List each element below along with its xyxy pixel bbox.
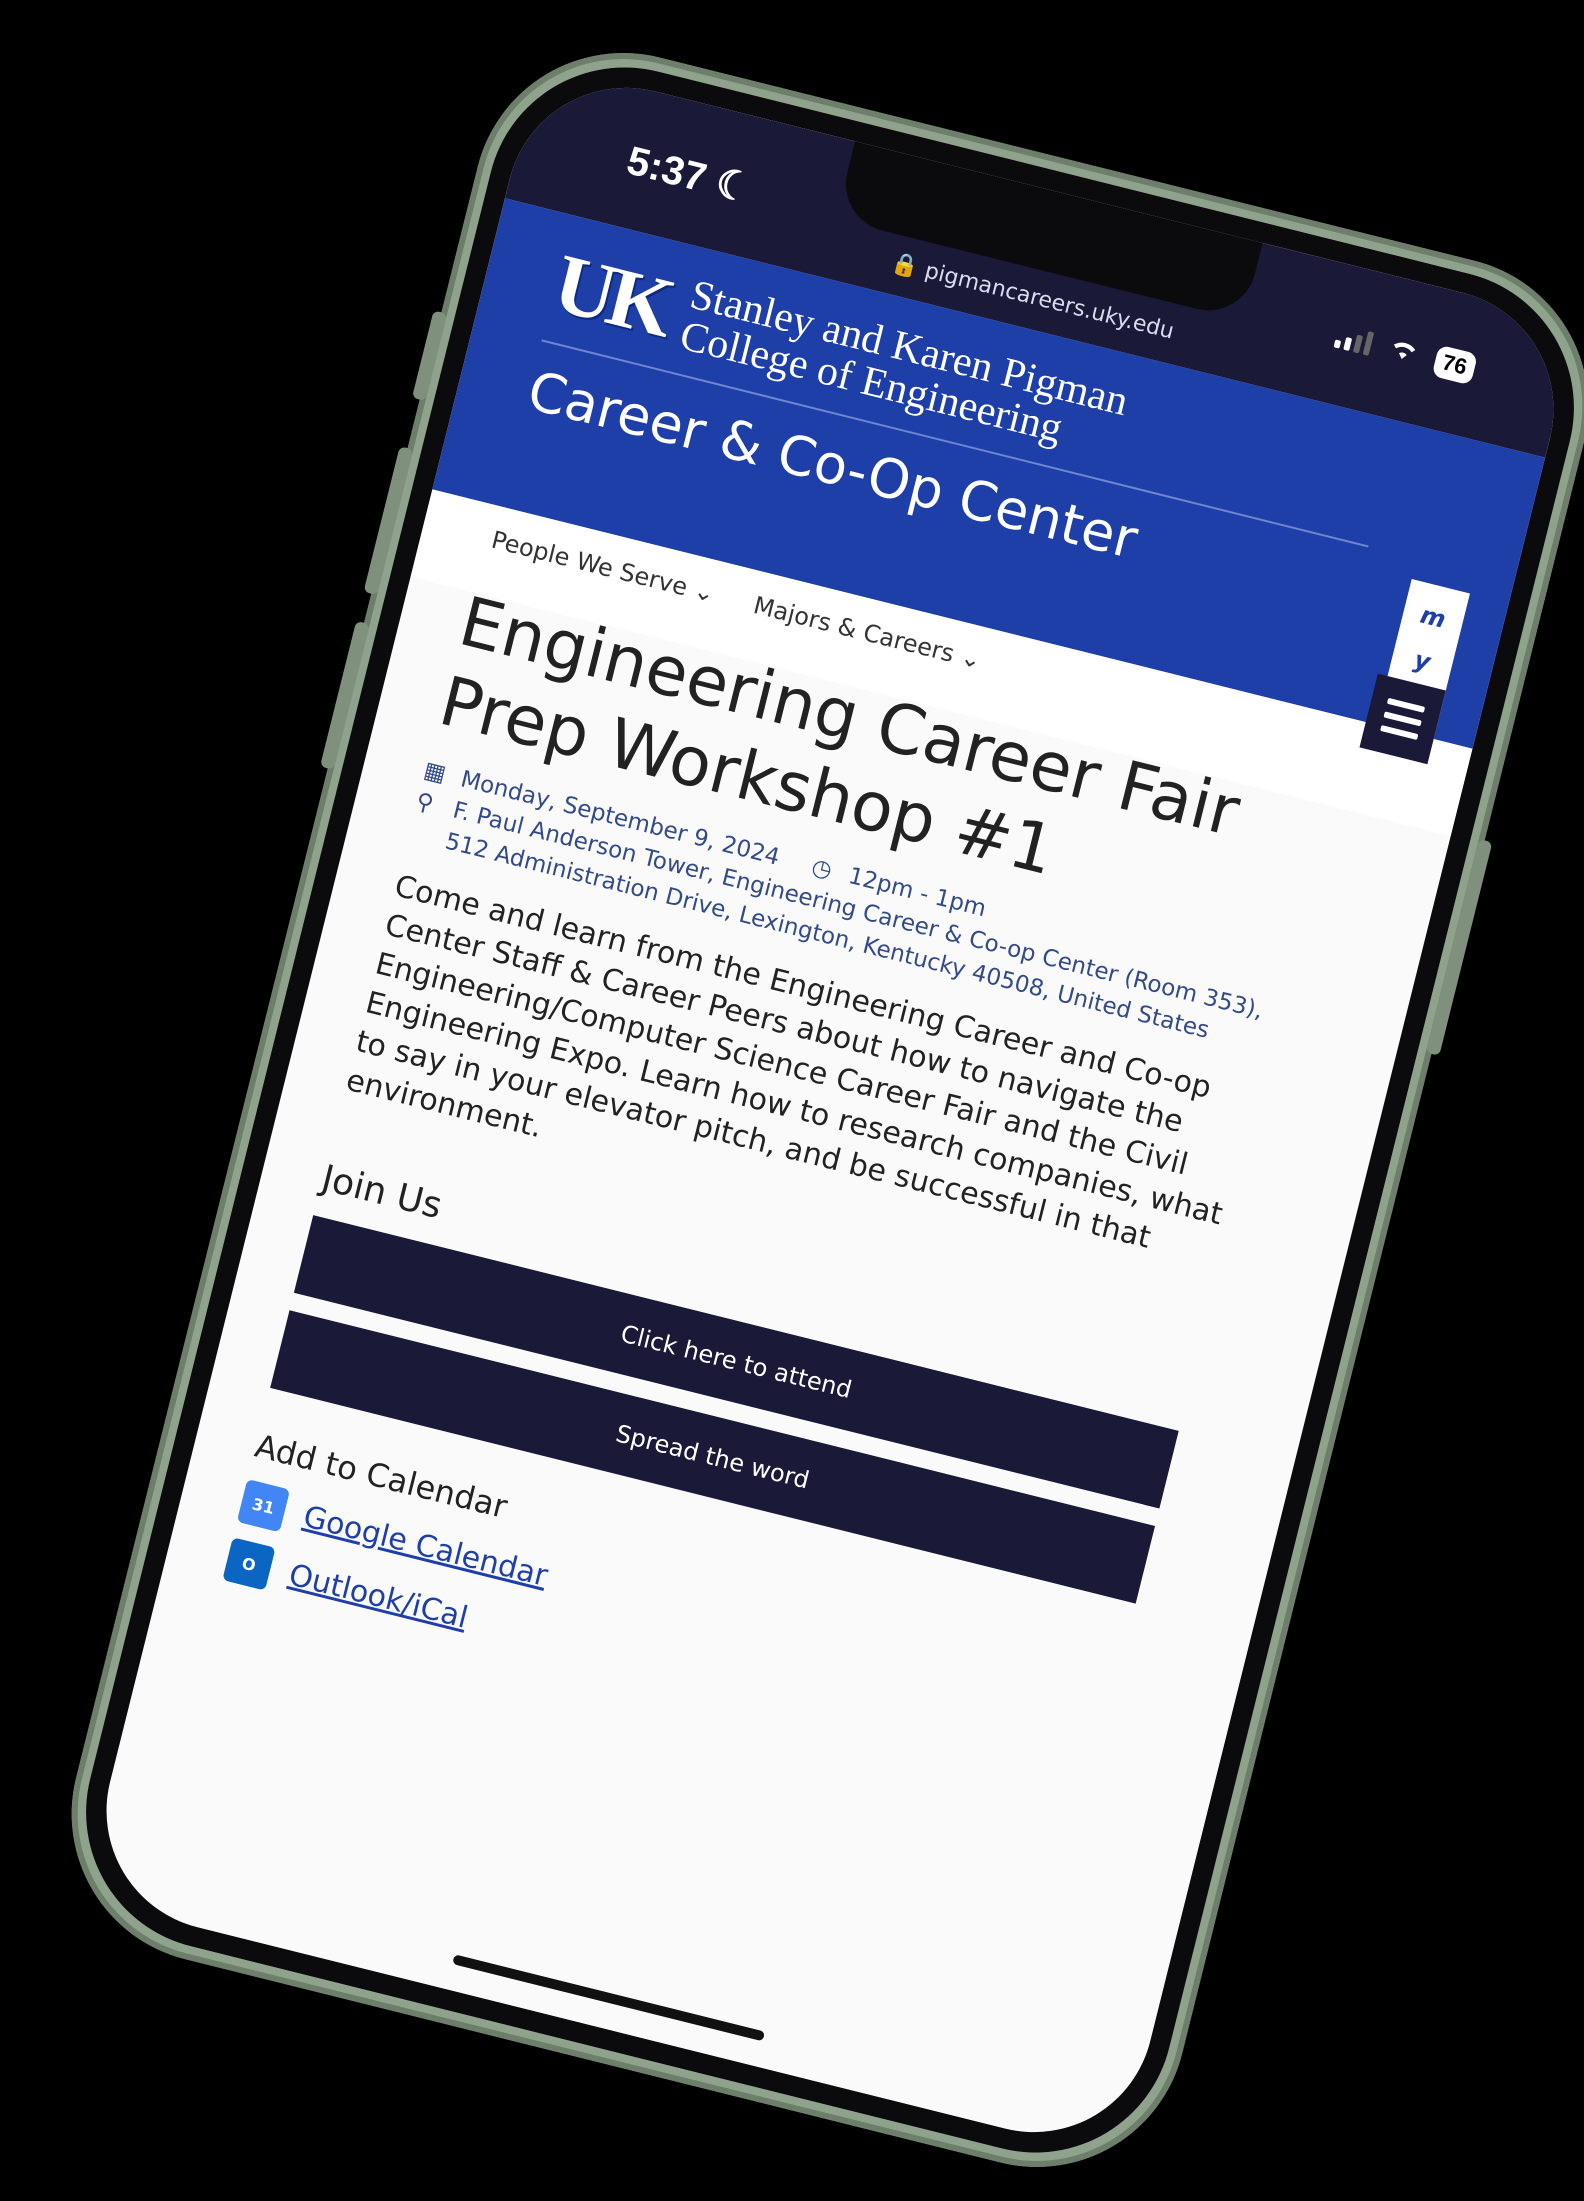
battery-indicator: 76 <box>1431 344 1479 386</box>
myuk-letter: y <box>1411 645 1434 677</box>
phone-bezel: 5:37 ☾ 76 🔒 pigmancareers.uky.edu UK Sta… <box>56 38 1584 2182</box>
google-calendar-icon: 31 <box>236 1479 291 1533</box>
moon-icon: ☾ <box>711 160 757 212</box>
event-content: Engineering Career Fair Prep Workshop #1… <box>222 581 1336 1795</box>
location-pin-icon: ⚲ <box>413 788 437 818</box>
signal-icon <box>1333 324 1374 356</box>
chevron-down-icon: ⌄ <box>957 642 985 675</box>
lock-icon: 🔒 <box>888 250 922 282</box>
phone-screen: 5:37 ☾ 76 🔒 pigmancareers.uky.edu UK Sta… <box>81 62 1579 2158</box>
phone-frame: 5:37 ☾ 76 🔒 pigmancareers.uky.edu UK Sta… <box>39 21 1584 2199</box>
home-indicator <box>452 1954 766 2042</box>
chevron-down-icon: ⌄ <box>691 576 718 609</box>
outlook-icon: O <box>222 1537 276 1591</box>
myuk-letter: m <box>1417 600 1449 634</box>
uk-logo: UK <box>545 236 679 355</box>
wifi-icon <box>1385 333 1422 370</box>
